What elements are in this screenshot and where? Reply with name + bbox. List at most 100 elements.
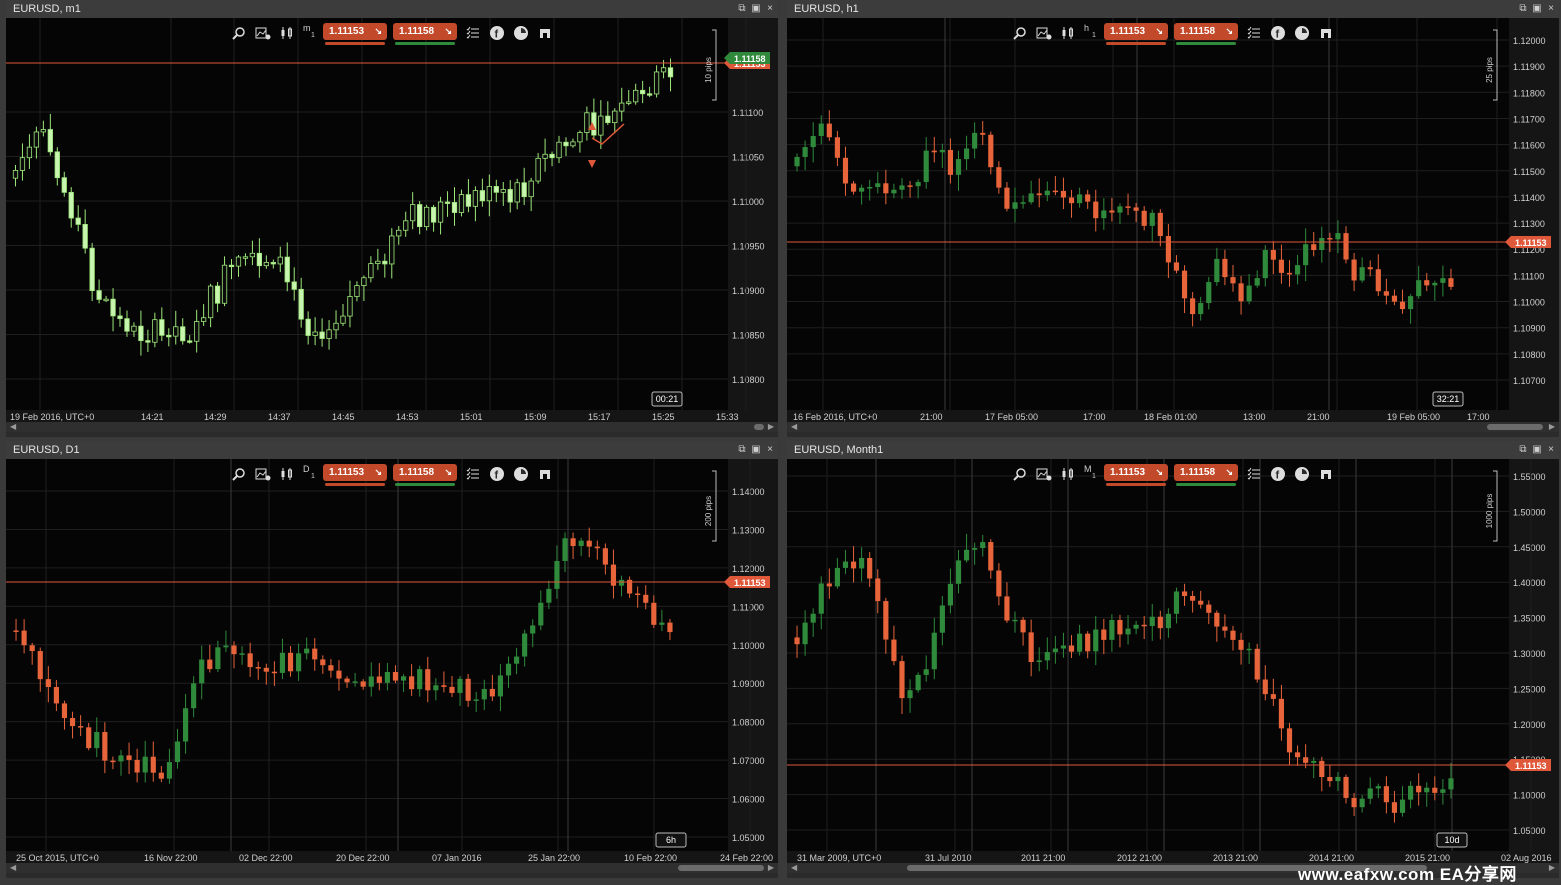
chart-type-icon[interactable] <box>277 464 297 484</box>
detach-icon[interactable]: ⧉ <box>1517 441 1529 459</box>
candle-body <box>1206 282 1212 304</box>
candle-body <box>549 153 555 159</box>
scroll-right-icon[interactable]: ▶ <box>768 863 774 873</box>
candle-body <box>263 262 269 267</box>
sentiment-icon[interactable] <box>1292 464 1312 484</box>
price-tick-label: 1.11000 <box>732 602 764 612</box>
candle-body <box>1286 272 1293 275</box>
candle-body <box>417 669 423 690</box>
plot-background <box>787 18 1509 410</box>
zoom-icon[interactable] <box>1010 23 1030 43</box>
candle-body <box>1133 624 1139 629</box>
candle-body <box>247 653 253 668</box>
maximize-icon[interactable]: ▣ <box>1531 441 1543 459</box>
zoom-icon[interactable] <box>1010 464 1030 484</box>
facebook-icon[interactable]: f <box>1268 23 1288 43</box>
scroll-right-icon[interactable]: ▶ <box>1549 863 1555 873</box>
sentiment-icon[interactable] <box>511 23 531 43</box>
scroll-thumb[interactable] <box>754 424 764 430</box>
scroll-right-icon[interactable]: ▶ <box>768 422 774 432</box>
horizontal-scrollbar[interactable]: ◀ ▶ <box>787 422 1559 432</box>
maximize-icon[interactable]: ▣ <box>750 0 762 18</box>
chart-area[interactable]: 1.12000 1.11900 1.11800 1.11700 1.11600 1.115… <box>787 18 1559 422</box>
timeframe-selector[interactable]: M1 <box>1082 464 1100 484</box>
candle-body <box>1343 776 1349 798</box>
close-icon[interactable]: × <box>1545 441 1557 459</box>
zoom-icon[interactable] <box>229 23 249 43</box>
scroll-right-icon[interactable]: ▶ <box>1549 422 1555 432</box>
order-list-icon[interactable] <box>1244 464 1264 484</box>
order-list-icon[interactable] <box>1244 23 1264 43</box>
sentiment-icon[interactable] <box>511 464 531 484</box>
svg-text:f: f <box>1276 470 1280 482</box>
signal-icon[interactable] <box>1316 23 1336 43</box>
detach-icon[interactable]: ⧉ <box>736 441 748 459</box>
candle-body <box>214 285 221 304</box>
facebook-icon[interactable]: f <box>1268 464 1288 484</box>
detach-icon[interactable]: ⧉ <box>736 0 748 18</box>
candle-body <box>955 560 962 584</box>
candle-body <box>437 201 444 223</box>
buy-button[interactable]: 1.11158 ↘ <box>1174 464 1238 486</box>
scroll-thumb[interactable] <box>1487 424 1543 430</box>
chart-type-icon[interactable] <box>1058 23 1078 43</box>
chart-area[interactable]: 1.55000 1.50000 1.45000 1.40000 1.35000 1.300… <box>787 459 1559 863</box>
sentiment-icon[interactable] <box>1292 23 1312 43</box>
candle-body <box>174 741 181 763</box>
candle-body <box>834 137 840 158</box>
sell-button[interactable]: 1.11153 ↘ <box>1104 23 1168 45</box>
scroll-left-icon[interactable]: ◀ <box>10 863 16 873</box>
timeframe-selector[interactable]: m1 <box>301 23 319 43</box>
chart-type-icon[interactable] <box>277 23 297 43</box>
order-list-icon[interactable] <box>463 464 483 484</box>
candle-body <box>633 89 639 103</box>
candle-body <box>1190 595 1196 601</box>
buy-button[interactable]: 1.11158 ↘ <box>1174 23 1238 45</box>
signal-icon[interactable] <box>1316 464 1336 484</box>
chart-settings-icon[interactable] <box>1034 23 1054 43</box>
close-icon[interactable]: × <box>1545 0 1557 18</box>
sell-button[interactable]: 1.11153 ↘ <box>323 23 387 45</box>
order-list-icon[interactable] <box>463 23 483 43</box>
timeframe-selector[interactable]: D1 <box>301 464 319 484</box>
close-icon[interactable]: × <box>764 0 776 18</box>
candle-body <box>86 727 92 749</box>
facebook-icon[interactable]: f <box>487 464 507 484</box>
close-icon[interactable]: × <box>764 441 776 459</box>
signal-icon[interactable] <box>535 464 555 484</box>
maximize-icon[interactable]: ▣ <box>750 441 762 459</box>
candle-body <box>138 325 144 342</box>
chart-settings-icon[interactable] <box>1034 464 1054 484</box>
candle-body <box>305 318 311 336</box>
sell-button[interactable]: 1.11153 ↘ <box>323 464 387 486</box>
candle-body <box>396 229 402 237</box>
facebook-icon[interactable]: f <box>487 23 507 43</box>
timeframe-selector[interactable]: h1 <box>1082 23 1100 43</box>
zoom-icon[interactable] <box>229 464 249 484</box>
sell-button[interactable]: 1.11153 ↘ <box>1104 464 1168 486</box>
chart-settings-icon[interactable] <box>253 464 273 484</box>
horizontal-scrollbar[interactable]: ◀ ▶ <box>6 863 778 873</box>
signal-icon[interactable] <box>535 23 555 43</box>
candle-body <box>47 129 53 153</box>
scroll-left-icon[interactable]: ◀ <box>791 863 797 873</box>
scroll-thumb[interactable] <box>678 865 764 871</box>
buy-button[interactable]: 1.11158 ↘ <box>393 23 457 45</box>
scroll-left-icon[interactable]: ◀ <box>10 422 16 432</box>
buy-price: 1.11158 <box>399 467 435 478</box>
detach-icon[interactable]: ⧉ <box>1517 0 1529 18</box>
price-tick-label: 1.10850 <box>732 331 765 341</box>
horizontal-scrollbar[interactable]: ◀ ▶ <box>6 422 778 432</box>
price-tick-label: 1.10000 <box>732 641 765 651</box>
maximize-icon[interactable]: ▣ <box>1531 0 1543 18</box>
candle-body <box>1133 207 1139 211</box>
chart-settings-icon[interactable] <box>253 23 273 43</box>
candle-body <box>199 659 205 684</box>
buy-button[interactable]: 1.11158 ↘ <box>393 464 457 486</box>
buy-volume-bar <box>1176 483 1236 486</box>
chart-area[interactable]: 1.11100 1.11050 1.11000 1.10950 1.10900 1.108… <box>6 18 778 422</box>
candle-body <box>1068 197 1075 204</box>
chart-type-icon[interactable] <box>1058 464 1078 484</box>
scroll-left-icon[interactable]: ◀ <box>791 422 797 432</box>
chart-area[interactable]: 1.14000 1.13000 1.12000 1.11000 1.10000 1.090… <box>6 459 778 863</box>
